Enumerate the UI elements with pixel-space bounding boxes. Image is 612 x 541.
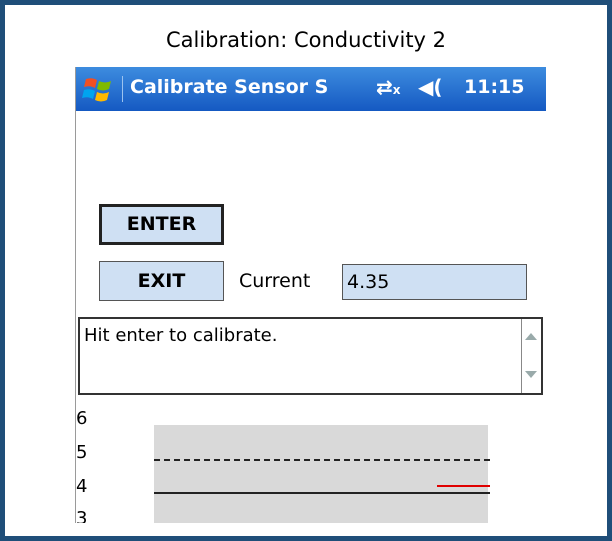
reference-dashed-line bbox=[154, 459, 490, 461]
connectivity-icon[interactable]: ⇄x bbox=[376, 75, 401, 99]
message-scrollbar[interactable] bbox=[521, 319, 541, 393]
figure-caption: Calibration: Conductivity 2 bbox=[165, 28, 447, 52]
y-tick-label: 4 bbox=[76, 476, 88, 497]
current-value-field[interactable]: 4.35 bbox=[342, 264, 527, 300]
current-label: Current bbox=[239, 270, 311, 292]
exit-button[interactable]: EXIT bbox=[99, 261, 224, 301]
scroll-down-arrow-icon[interactable] bbox=[525, 371, 537, 378]
y-tick-label: 3 bbox=[76, 508, 88, 523]
message-text: Hit enter to calibrate. bbox=[84, 325, 278, 346]
plot-area bbox=[154, 425, 488, 523]
message-box[interactable]: Hit enter to calibrate. bbox=[78, 317, 543, 395]
volume-icon[interactable]: ◀( bbox=[418, 75, 443, 99]
device-screen: Calibrate Sensor S ⇄x ◀( 11:15 ENTER EXI… bbox=[75, 67, 546, 523]
window-title: Calibrate Sensor S bbox=[130, 76, 329, 98]
current-reading-line bbox=[437, 485, 490, 487]
reference-solid-line bbox=[154, 492, 490, 494]
windows-start-icon[interactable] bbox=[82, 75, 116, 103]
clock-time[interactable]: 11:15 bbox=[464, 76, 524, 98]
y-tick-label: 5 bbox=[76, 442, 88, 463]
y-tick-label: 6 bbox=[76, 408, 88, 429]
title-bar: Calibrate Sensor S ⇄x ◀( 11:15 bbox=[76, 67, 546, 111]
scroll-up-arrow-icon[interactable] bbox=[525, 333, 537, 340]
enter-button[interactable]: ENTER bbox=[99, 204, 224, 245]
titlebar-separator bbox=[122, 76, 123, 102]
